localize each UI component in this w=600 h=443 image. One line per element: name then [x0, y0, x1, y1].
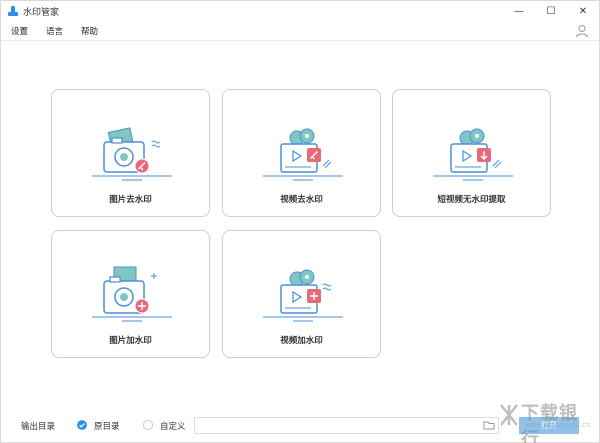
- menu-language[interactable]: 语言: [46, 25, 63, 37]
- maximize-button[interactable]: ☐: [535, 1, 567, 21]
- card-label: 图片加水印: [109, 336, 152, 346]
- card-short-video-extract[interactable]: 短视频无水印提取: [392, 89, 551, 217]
- app-logo-icon: [8, 6, 18, 16]
- output-bar: 输出目录 原目录 自定义 打开: [1, 411, 599, 441]
- folder-icon[interactable]: [483, 419, 495, 431]
- open-button[interactable]: 打开: [519, 417, 579, 434]
- minimize-button[interactable]: —: [503, 1, 535, 21]
- output-directory-label: 输出目录: [21, 422, 56, 432]
- short-video-extract-icon: [433, 128, 513, 181]
- card-video-remove-watermark[interactable]: 视频去水印: [222, 89, 381, 217]
- card-image-remove-watermark[interactable]: 图片去水印: [51, 89, 210, 217]
- image-add-watermark-icon: [92, 266, 172, 322]
- card-label: 短视频无水印提取: [437, 195, 506, 205]
- app-window: 水印管家 — ☐ ✕ 设置 语言 帮助 图片去水印 视频去水印 短视频无水印提取…: [0, 0, 600, 443]
- user-icon[interactable]: [575, 24, 589, 38]
- radio-original-directory[interactable]: [77, 420, 87, 430]
- menu-help[interactable]: 帮助: [81, 25, 98, 37]
- menu-settings[interactable]: 设置: [11, 25, 28, 37]
- output-path-input[interactable]: [194, 417, 499, 434]
- card-image-add-watermark[interactable]: 图片加水印: [51, 230, 210, 358]
- window-controls: — ☐ ✕: [503, 1, 599, 21]
- video-add-watermark-icon: [263, 269, 343, 322]
- video-remove-watermark-icon: [263, 128, 343, 181]
- card-label: 视频加水印: [280, 336, 323, 346]
- window-title: 水印管家: [23, 7, 60, 18]
- option-original-label[interactable]: 原目录: [94, 420, 120, 432]
- menu-bar: 设置 语言 帮助: [1, 21, 599, 41]
- close-button[interactable]: ✕: [567, 1, 599, 21]
- card-label: 视频去水印: [280, 195, 323, 205]
- option-custom-label[interactable]: 自定义: [160, 420, 186, 432]
- radio-custom-directory[interactable]: [143, 420, 153, 430]
- card-label: 图片去水印: [109, 195, 152, 205]
- card-video-add-watermark[interactable]: 视频加水印: [222, 230, 381, 358]
- image-remove-watermark-icon: [92, 127, 172, 181]
- title-bar[interactable]: 水印管家 — ☐ ✕: [1, 1, 599, 21]
